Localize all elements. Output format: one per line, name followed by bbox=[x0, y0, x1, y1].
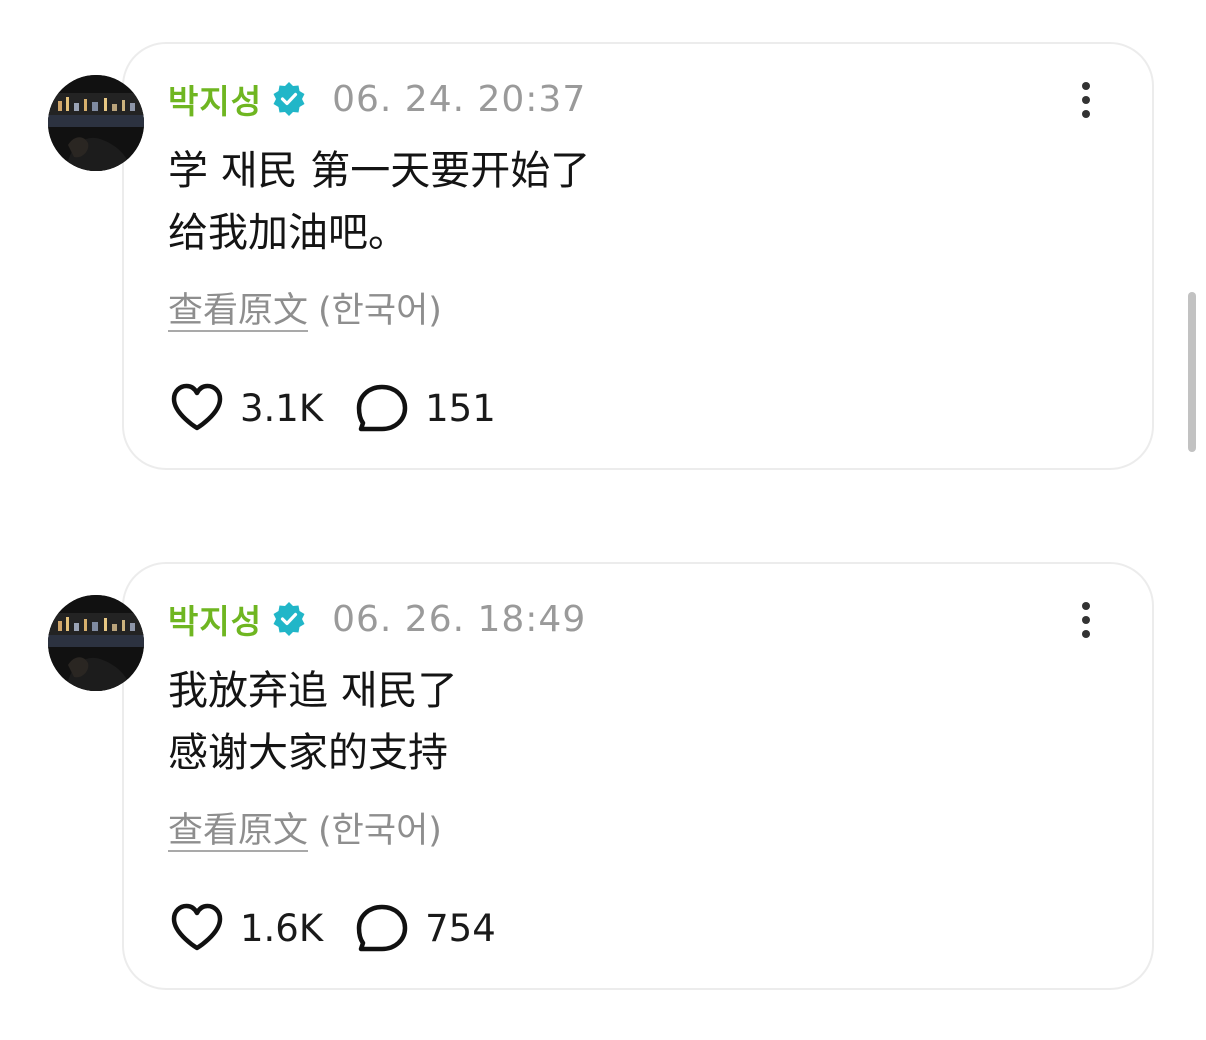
original-language: (한국어) bbox=[318, 291, 442, 331]
translation-note: 查看原文 (한국어) bbox=[168, 802, 442, 853]
post-text-line: 学 재民 第一天要开始了 bbox=[168, 148, 591, 194]
post-text: 我放弃追 재民了 感谢大家的支持 bbox=[168, 660, 458, 784]
speech-bubble-icon bbox=[356, 904, 408, 952]
post-text: 学 재民 第一天要开始了 给我加油吧。 bbox=[168, 140, 590, 264]
post-header: 박지성 06. 24. 20:37 bbox=[168, 74, 586, 124]
post-actions: 1.6K 754 bbox=[170, 902, 496, 954]
heart-icon bbox=[171, 383, 223, 431]
like-count: 3.1K bbox=[240, 386, 324, 430]
reply-button[interactable]: 754 bbox=[355, 903, 496, 953]
speech-bubble-icon bbox=[356, 384, 408, 432]
username[interactable]: 박지성 bbox=[168, 75, 262, 123]
avatar-image bbox=[48, 75, 144, 171]
post-text-line: 给我加油吧。 bbox=[168, 210, 408, 256]
more-vertical-icon[interactable] bbox=[1074, 78, 1098, 122]
reply-button[interactable]: 151 bbox=[355, 383, 496, 433]
more-vertical-icon[interactable] bbox=[1074, 598, 1098, 642]
timestamp: 06. 24. 20:37 bbox=[332, 78, 587, 120]
heart-icon bbox=[171, 903, 223, 951]
verified-badge-icon bbox=[273, 602, 305, 636]
avatar[interactable] bbox=[48, 75, 144, 171]
avatar[interactable] bbox=[48, 595, 144, 691]
avatar-image bbox=[48, 595, 144, 691]
post-text-line: 感谢大家的支持 bbox=[168, 730, 448, 776]
verified-badge-icon bbox=[273, 82, 305, 116]
post-actions: 3.1K 151 bbox=[170, 382, 496, 434]
view-original-link[interactable]: 查看原文 bbox=[168, 291, 308, 331]
reply-count: 151 bbox=[425, 386, 496, 430]
post-header: 박지성 06. 26. 18:49 bbox=[168, 594, 586, 644]
like-button[interactable]: 3.1K bbox=[170, 383, 323, 433]
view-original-link[interactable]: 查看原文 bbox=[168, 811, 308, 851]
like-count: 1.6K bbox=[240, 906, 324, 950]
post-text-line: 我放弃追 재民了 bbox=[168, 668, 458, 714]
reply-count: 754 bbox=[425, 906, 496, 950]
username[interactable]: 박지성 bbox=[168, 595, 262, 643]
scrollbar-thumb[interactable] bbox=[1188, 292, 1196, 452]
translation-note: 查看原文 (한국어) bbox=[168, 282, 442, 333]
original-language: (한국어) bbox=[318, 811, 442, 851]
like-button[interactable]: 1.6K bbox=[170, 903, 323, 953]
timestamp: 06. 26. 18:49 bbox=[332, 598, 587, 640]
